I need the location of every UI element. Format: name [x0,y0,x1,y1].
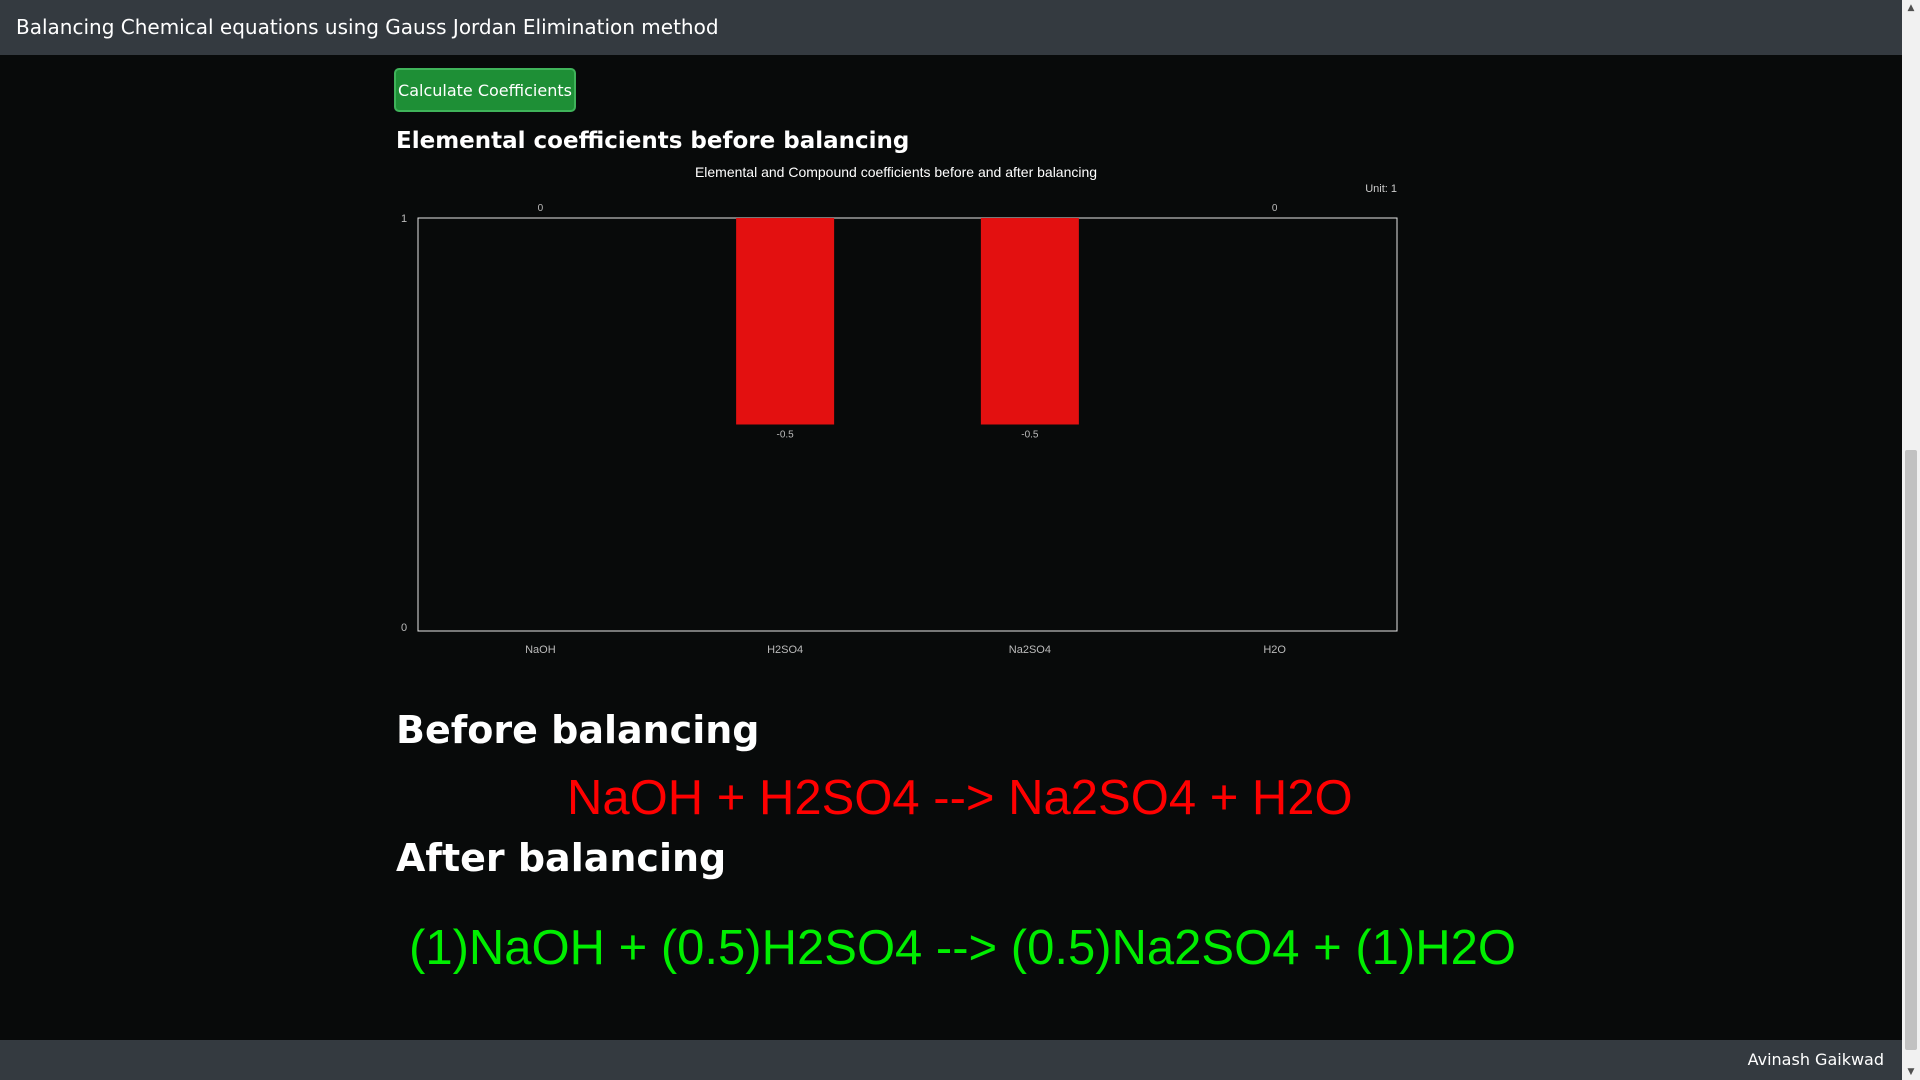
author-name: Avinash Gaikwad [1747,1050,1884,1069]
plot-area-frame [417,217,1398,632]
calculate-coefficients-button[interactable]: Calculate Coefficients [394,68,576,112]
y-tick-label: 0 [401,622,407,634]
x-tick-label-naoh: NaOH [525,644,556,656]
scroll-down-arrow-icon[interactable]: ▼ [1902,1064,1920,1080]
before-balancing-heading: Before balancing [396,708,760,752]
unbalanced-equation: NaOH + H2SO4 --> Na2SO4 + H2O [567,771,1353,825]
app-title: Balancing Chemical equations using Gauss… [16,15,719,39]
footer-bar: Avinash Gaikwad [0,1040,1902,1080]
x-tick-label-h2o: H2O [1263,644,1286,656]
data-label-h2o: 0 [1272,203,1278,214]
after-balancing-heading: After balancing [396,836,727,880]
chart-section-heading: Elemental coefficients before balancing [396,128,910,154]
coefficients-bar-chart: Elemental and Compound coefficients befo… [401,164,1398,656]
x-tick-label-na2so4: Na2SO4 [1009,644,1051,656]
data-label-naoh: 0 [538,203,544,214]
x-tick-label-h2so4: H2SO4 [767,644,803,656]
balanced-equation: (1)NaOH + (0.5)H2SO4 --> (0.5)Na2SO4 + (… [409,921,1516,975]
bar-na2so4 [980,218,1079,425]
chart-unit-label: Unit: 1 [1365,183,1397,195]
top-navbar: Balancing Chemical equations using Gauss… [0,0,1902,55]
scrollbar-thumb[interactable] [1905,450,1917,1050]
chart-title: Elemental and Compound coefficients befo… [695,164,1097,180]
data-label-h2so4: -0.5 [777,430,795,441]
y-tick-label: 1 [401,213,407,225]
bar-h2so4 [736,218,835,425]
scroll-up-arrow-icon[interactable]: ▲ [1902,0,1920,16]
data-label-na2so4: -0.5 [1021,430,1039,441]
